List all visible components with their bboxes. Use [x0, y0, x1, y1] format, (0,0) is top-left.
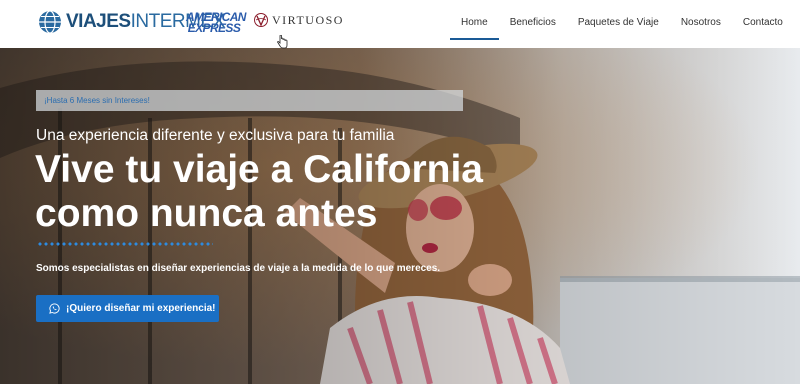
whatsapp-icon — [49, 303, 60, 314]
nav-contacto[interactable]: Contacto — [732, 17, 794, 28]
hero-title-line1: Vive tu viaje a California — [35, 148, 483, 191]
nav-paquetes-de-viaje[interactable]: Paquetes de Viaje — [567, 17, 670, 28]
hero-title-line2: como nunca antes — [35, 192, 378, 235]
logo-text-brand: VIAJES — [66, 11, 131, 32]
hand-cursor-icon — [277, 35, 288, 49]
virtuoso-emblem-icon — [254, 13, 268, 27]
site-header: VIAJESINTERMEX AMERICAN EXPRESS VIRTUOSO… — [0, 0, 800, 48]
virtuoso-text: VIRTUOSO — [272, 12, 344, 27]
amex-line2: EXPRESS — [187, 21, 241, 35]
hero-title: Vive tu viaje a California como nunca an… — [35, 148, 595, 236]
main-nav: Home Beneficios Paquetes de Viaje Nosotr… — [450, 17, 794, 40]
nav-nosotros[interactable]: Nosotros — [670, 17, 732, 28]
promo-badge: ¡Hasta 6 Meses sin Intereses! — [36, 90, 463, 111]
globe-icon — [39, 10, 61, 34]
design-experience-button[interactable]: ¡Quiero diseñar mi experiencia! — [36, 295, 219, 322]
hero-description: Somos especialistas en diseñar experienc… — [36, 263, 441, 274]
nav-home[interactable]: Home — [450, 17, 499, 40]
dotted-divider — [37, 241, 213, 247]
virtuoso-logo: VIRTUOSO — [254, 12, 344, 28]
design-experience-button-label: ¡Quiero diseñar mi experiencia! — [66, 303, 216, 314]
hero-subtitle: Una experiencia diferente y exclusiva pa… — [36, 127, 395, 144]
nav-beneficios[interactable]: Beneficios — [499, 17, 567, 28]
american-express-logo: AMERICAN EXPRESS — [186, 11, 246, 35]
hero-section: ¡Hasta 6 Meses sin Intereses! Una experi… — [0, 48, 800, 384]
